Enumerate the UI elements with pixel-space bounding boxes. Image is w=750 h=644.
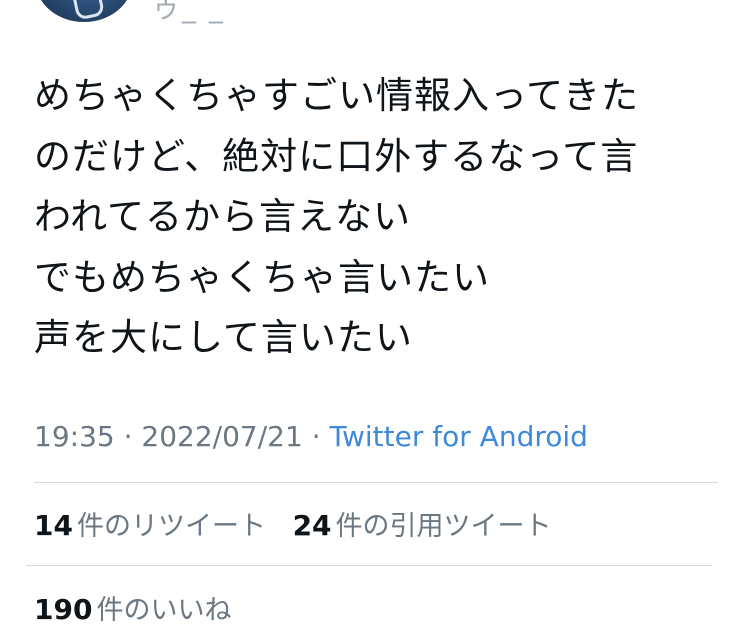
quote-tweets-stat[interactable]: 24 件の引用ツイート [293, 504, 552, 543]
engagement-stats: 14 件のリツイート 24 件の引用ツイート [34, 504, 552, 543]
avatar[interactable] [36, 0, 132, 22]
quotes-label: 件の引用ツイート [335, 511, 552, 542]
tweet-line-5: 声を大にして言いたい [34, 316, 413, 359]
retweets-label: 件のリツイート [76, 511, 266, 542]
tweet-detail-screen: ゥ_ _ めちゃくちゃすごい情報入ってきた のだけど、絶対に口外するなって言 わ… [0, 0, 750, 644]
tweet-line-1: めちゃくちゃすごい情報入ってきた [34, 74, 640, 117]
meta-separator: · [123, 420, 133, 453]
tweet-line-3: われてるから言えない [34, 195, 412, 238]
likes-label: 件のいいね [96, 595, 232, 626]
tweet-line-4: でもめちゃくちゃ言いたい [34, 255, 490, 299]
likes-count: 190 [34, 593, 93, 626]
retweets-stat[interactable]: 14 件のリツイート [34, 504, 266, 543]
retweets-count: 14 [34, 509, 73, 542]
avatar-image-icon [70, 0, 106, 21]
meta-separator: · [311, 420, 321, 453]
tweet-text: めちゃくちゃすごい情報入ってきた のだけど、絶対に口外するなって言 われてるから… [34, 66, 734, 369]
tweet-date[interactable]: 2022/07/21 [141, 420, 302, 453]
divider [26, 565, 712, 566]
divider [34, 482, 718, 483]
quotes-count: 24 [292, 509, 332, 542]
tweet-time[interactable]: 19:35 [34, 420, 115, 453]
likes-stat[interactable]: 190 件のいいね [34, 588, 231, 627]
tweet-meta: 19:35 · 2022/07/21 · Twitter for Android [34, 420, 588, 453]
tweet-line-2: のだけど、絶対に口外するなって言 [34, 134, 639, 178]
author-handle[interactable]: ゥ_ _ [152, 0, 225, 26]
tweet-source-link[interactable]: Twitter for Android [330, 420, 588, 453]
